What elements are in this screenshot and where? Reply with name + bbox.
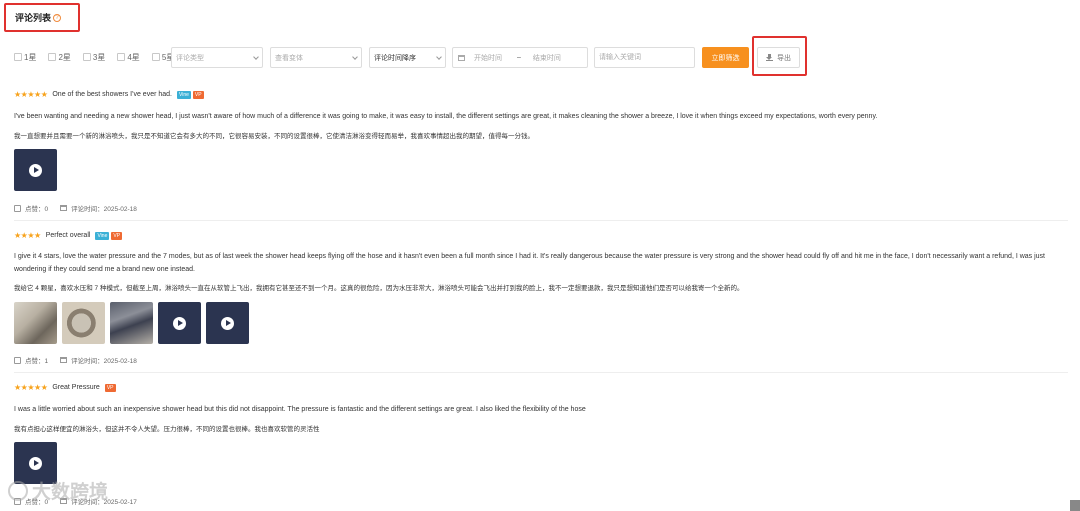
star-rating: ★★★★★ — [14, 90, 48, 99]
photo-thumbnail[interactable] — [62, 302, 105, 344]
review-date: 评论时间：2025-02-18 — [71, 358, 137, 365]
review-text-zh: 我一直想要并且需要一个新的淋浴喷头，我只是不知道它会有多大的不同，它很容易安装，… — [14, 133, 534, 140]
like-count: 点赞：1 — [25, 358, 49, 365]
end-date-field[interactable]: 结束时间 — [533, 53, 561, 63]
chevron-down-icon — [352, 53, 358, 60]
watermark-text: 大数跨境 — [32, 482, 109, 503]
question-circle-icon[interactable]: ? — [53, 13, 62, 22]
vine-badge: Vine — [177, 90, 191, 99]
review-title: One of the best showers I've ever had. — [52, 91, 172, 98]
search-button[interactable]: 立即筛选 — [702, 47, 749, 68]
variant-select[interactable]: 查看变体 — [270, 47, 362, 68]
review-date: 评论时间：2025-02-18 — [71, 206, 137, 213]
review-text-en: I was a little worried about such an ine… — [14, 406, 586, 413]
review-header: ★★★★★ One of the best showers I've ever … — [14, 90, 204, 99]
divider — [14, 372, 1068, 373]
video-thumbnail[interactable] — [206, 302, 249, 344]
chevron-down-icon — [436, 53, 442, 60]
checkbox[interactable] — [82, 53, 91, 61]
review-text-zh: 我给它 4 颗星，喜欢水压和 7 种模式，但截至上周，淋浴喷头一直在从软管上飞出… — [14, 285, 744, 292]
star-filter-label: 4星 — [127, 52, 140, 62]
star-filter-1[interactable]: 1星 — [14, 52, 36, 63]
date-separator: – — [517, 54, 521, 61]
review-type-placeholder: 评论类型 — [176, 54, 204, 62]
page-title-text: 评论列表 — [15, 13, 52, 23]
vp-badge: VP — [192, 90, 204, 99]
sort-select[interactable]: 评论时间降序 — [369, 47, 446, 68]
divider — [14, 220, 1068, 221]
review-title: Perfect overall — [45, 232, 91, 239]
review-title: Great Pressure — [52, 384, 100, 391]
vine-badge: Vine — [95, 231, 110, 240]
checkbox[interactable] — [151, 53, 160, 61]
play-icon — [221, 316, 234, 330]
checkbox[interactable] — [117, 53, 126, 61]
play-icon — [29, 163, 42, 177]
review-text-en: I've been wanting and needing a new show… — [14, 113, 878, 120]
review-text-en: I give it 4 stars, love the water pressu… — [14, 253, 1046, 273]
export-button[interactable]: 导出 — [757, 47, 800, 68]
play-icon — [29, 456, 42, 470]
review-header: ★★★★ Perfect overall Vine VP — [14, 231, 123, 240]
variant-placeholder: 查看变体 — [275, 54, 303, 62]
watermark-logo-icon — [8, 480, 28, 501]
vp-badge: VP — [104, 383, 116, 392]
calendar-icon — [458, 54, 465, 61]
star-rating: ★★★★ — [14, 231, 41, 240]
review-media — [14, 149, 57, 191]
keyword-input[interactable] — [594, 47, 695, 68]
start-date-field[interactable]: 开始时间 — [474, 53, 502, 63]
search-button-label: 立即筛选 — [711, 54, 740, 62]
thumbs-up-icon — [14, 204, 21, 212]
review-meta: 点赞：0 评论时间：2025-02-18 — [14, 203, 137, 213]
checkbox[interactable] — [48, 53, 57, 61]
download-icon — [766, 54, 773, 61]
star-filter-label: 2星 — [58, 52, 71, 62]
sort-value: 评论时间降序 — [374, 54, 416, 62]
scroll-to-top-button[interactable] — [1070, 500, 1080, 511]
star-filter-label: 1星 — [24, 52, 37, 62]
vp-badge: VP — [111, 231, 123, 240]
thumbs-up-icon — [14, 356, 21, 364]
play-icon — [173, 316, 186, 330]
video-thumbnail[interactable] — [14, 149, 57, 191]
review-text-zh: 我有点担心这样便宜的淋浴头，但这并不令人失望。压力很棒，不同的设置也很棒。我也喜… — [14, 426, 320, 433]
calendar-icon — [60, 205, 68, 211]
star-filter-4[interactable]: 4星 — [117, 52, 140, 63]
chevron-down-icon — [253, 53, 259, 60]
review-meta: 点赞：1 评论时间：2025-02-18 — [14, 355, 137, 365]
video-thumbnail[interactable] — [158, 302, 201, 344]
star-filter-3[interactable]: 3星 — [82, 52, 106, 63]
review-header: ★★★★★ Great Pressure VP — [14, 383, 116, 392]
calendar-icon — [60, 357, 68, 363]
like-count: 点赞：0 — [25, 206, 49, 213]
photo-thumbnail[interactable] — [14, 302, 57, 344]
export-button-label: 导出 — [777, 54, 791, 62]
watermark: 大数跨境 — [8, 477, 108, 504]
star-rating: ★★★★★ — [14, 383, 48, 392]
star-filter-label: 3星 — [92, 52, 106, 62]
star-filter-2[interactable]: 2星 — [48, 52, 71, 63]
photo-thumbnail[interactable] — [110, 302, 153, 344]
review-type-select[interactable]: 评论类型 — [171, 47, 263, 68]
checkbox[interactable] — [14, 53, 22, 61]
star-filter-group: 1星 2星 3星 4星 5星 — [14, 46, 186, 68]
date-range-picker[interactable]: 开始时间 – 结束时间 — [452, 47, 588, 68]
review-media — [14, 302, 249, 344]
page-title: 评论列表 ? — [15, 11, 62, 24]
